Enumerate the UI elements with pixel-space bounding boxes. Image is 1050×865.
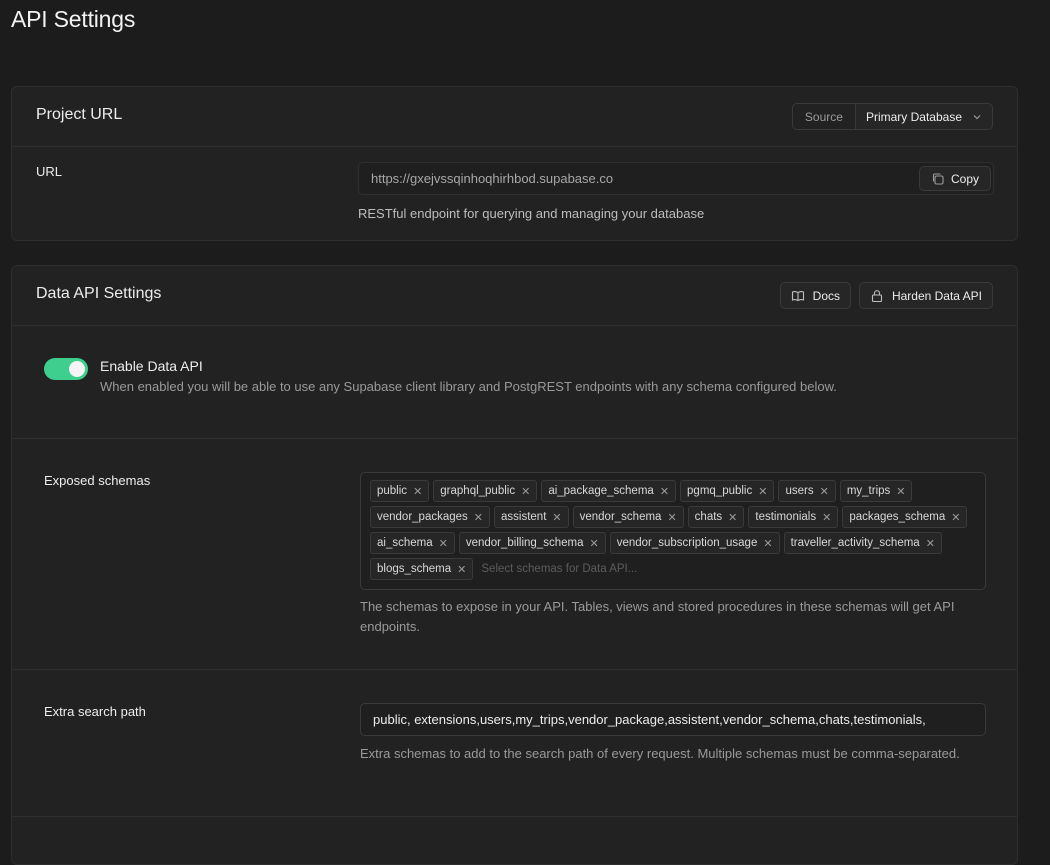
book-icon xyxy=(791,289,805,303)
exposed-schemas-label: Exposed schemas xyxy=(44,473,151,488)
schema-chip: users ✕ xyxy=(778,480,836,502)
schema-chip-label: ai_schema xyxy=(377,537,433,549)
exposed-schemas-description: The schemas to expose in your API. Table… xyxy=(360,599,955,634)
enable-data-api-description: When enabled you will be able to use any… xyxy=(100,379,837,394)
schema-chip-label: public xyxy=(377,485,408,497)
schema-chip-label: ai_package_schema xyxy=(548,485,654,497)
lock-icon xyxy=(870,289,884,303)
data-api-card: Data API Settings Docs Harden Data API E… xyxy=(11,265,1018,865)
schema-chip: public ✕ xyxy=(370,480,430,502)
remove-schema-icon[interactable]: ✕ xyxy=(439,537,448,550)
schema-chip: ai_package_schema ✕ xyxy=(541,480,677,502)
remove-schema-icon[interactable]: ✕ xyxy=(413,485,422,498)
remove-schema-icon[interactable]: ✕ xyxy=(457,563,466,576)
toggle-knob xyxy=(69,361,85,377)
schema-chip: blogs_schema ✕ xyxy=(370,558,474,580)
schema-chip: chats ✕ xyxy=(687,506,745,528)
schema-chip-label: my_trips xyxy=(846,485,891,497)
schema-chip-label: pgmq_public xyxy=(687,485,753,497)
enable-data-api-title: Enable Data API xyxy=(100,358,203,374)
enable-data-api-section: Enable Data API When enabled you will be… xyxy=(12,325,1017,439)
schema-select-placeholder[interactable]: Select schemas for Data API... xyxy=(477,558,637,580)
project-url-card: Project URL Source Primary Database URL … xyxy=(11,86,1018,241)
schema-chip: vendor_schema ✕ xyxy=(572,506,684,528)
extra-search-path-section: Extra search path public, extensions,use… xyxy=(12,670,1017,817)
remove-schema-icon[interactable]: ✕ xyxy=(728,511,737,524)
schema-chip: testimonials ✕ xyxy=(748,506,839,528)
remove-schema-icon[interactable]: ✕ xyxy=(822,511,831,524)
project-url-header: Project URL Source Primary Database xyxy=(12,87,1017,147)
schema-chip: vendor_subscription_usage ✕ xyxy=(609,532,780,554)
source-value: Primary Database xyxy=(865,109,962,124)
harden-data-api-button[interactable]: Harden Data API xyxy=(858,282,993,309)
data-api-header: Data API Settings Docs Harden Data API xyxy=(12,266,1017,326)
url-field[interactable]: https://gxejvssqinhoqhirhbod.supabase.co… xyxy=(358,162,994,195)
source-select[interactable]: Source Primary Database xyxy=(791,103,993,130)
remove-schema-icon[interactable]: ✕ xyxy=(521,485,530,498)
extra-search-path-input[interactable]: public, extensions,users,my_trips,vendor… xyxy=(360,703,986,736)
remove-schema-icon[interactable]: ✕ xyxy=(951,511,960,524)
extra-search-path-label: Extra search path xyxy=(44,704,146,719)
schema-chip: graphql_public ✕ xyxy=(433,480,538,502)
remove-schema-icon[interactable]: ✕ xyxy=(896,485,905,498)
remove-schema-icon[interactable]: ✕ xyxy=(926,537,935,550)
schema-chip-label: blogs_schema xyxy=(377,563,452,575)
url-label: URL xyxy=(36,164,63,179)
enable-data-api-toggle[interactable] xyxy=(44,358,88,380)
exposed-schemas-section: Exposed schemas public ✕ graphql_public ✕ ai… xyxy=(12,439,1017,670)
schema-chip-label: testimonials xyxy=(755,511,817,523)
remove-schema-icon[interactable]: ✕ xyxy=(552,511,561,524)
data-api-title: Data API Settings xyxy=(36,285,162,302)
source-label: Source xyxy=(793,104,856,129)
schema-chip: assistent ✕ xyxy=(494,506,569,528)
docs-label: Docs xyxy=(812,288,840,303)
remove-schema-icon[interactable]: ✕ xyxy=(589,537,598,550)
schema-chip: vendor_billing_schema ✕ xyxy=(458,532,606,554)
schema-chip: ai_schema ✕ xyxy=(370,532,455,554)
copy-label: Copy xyxy=(950,171,979,186)
copy-button[interactable]: Copy xyxy=(919,166,991,191)
schema-chip-label: vendor_packages xyxy=(377,511,468,523)
docs-button[interactable]: Docs xyxy=(779,282,851,309)
exposed-schemas-multiselect[interactable]: public ✕ graphql_public ✕ ai_package_schema ✕… xyxy=(360,472,986,590)
schema-chip: traveller_activity_schema ✕ xyxy=(783,532,942,554)
schema-chip-label: vendor_subscription_usage xyxy=(616,537,758,549)
project-url-title: Project URL xyxy=(36,106,123,123)
remove-schema-icon[interactable]: ✕ xyxy=(820,485,829,498)
schema-chip: packages_schema ✕ xyxy=(842,506,968,528)
chevron-down-icon xyxy=(972,112,982,122)
schema-chip-label: chats xyxy=(694,511,723,523)
source-value-wrap[interactable]: Primary Database xyxy=(855,104,992,129)
schema-chip-label: vendor_billing_schema xyxy=(465,537,584,549)
schema-chip-label: assistent xyxy=(501,511,547,523)
page-title: API Settings xyxy=(11,6,136,32)
url-value: https://gxejvssqinhoqhirhbod.supabase.co xyxy=(371,171,614,186)
harden-label: Harden Data API xyxy=(891,288,982,303)
schema-chip-label: vendor_schema xyxy=(579,511,662,523)
schema-chip-label: packages_schema xyxy=(849,511,946,523)
schema-chip-label: traveller_activity_schema xyxy=(790,537,920,549)
remove-schema-icon[interactable]: ✕ xyxy=(758,485,767,498)
url-description: RESTful endpoint for querying and managi… xyxy=(358,206,705,221)
extra-search-path-description: Extra schemas to add to the search path … xyxy=(360,746,960,761)
schema-chip-label: graphql_public xyxy=(440,485,516,497)
schema-chip-label: users xyxy=(785,485,814,497)
remove-schema-icon[interactable]: ✕ xyxy=(763,537,772,550)
schema-chip: my_trips ✕ xyxy=(839,480,913,502)
remove-schema-icon[interactable]: ✕ xyxy=(474,511,483,524)
remove-schema-icon[interactable]: ✕ xyxy=(667,511,676,524)
schema-chip: vendor_packages ✕ xyxy=(370,506,491,528)
remove-schema-icon[interactable]: ✕ xyxy=(660,485,669,498)
schema-chip: pgmq_public ✕ xyxy=(680,480,775,502)
copy-icon xyxy=(931,172,945,186)
